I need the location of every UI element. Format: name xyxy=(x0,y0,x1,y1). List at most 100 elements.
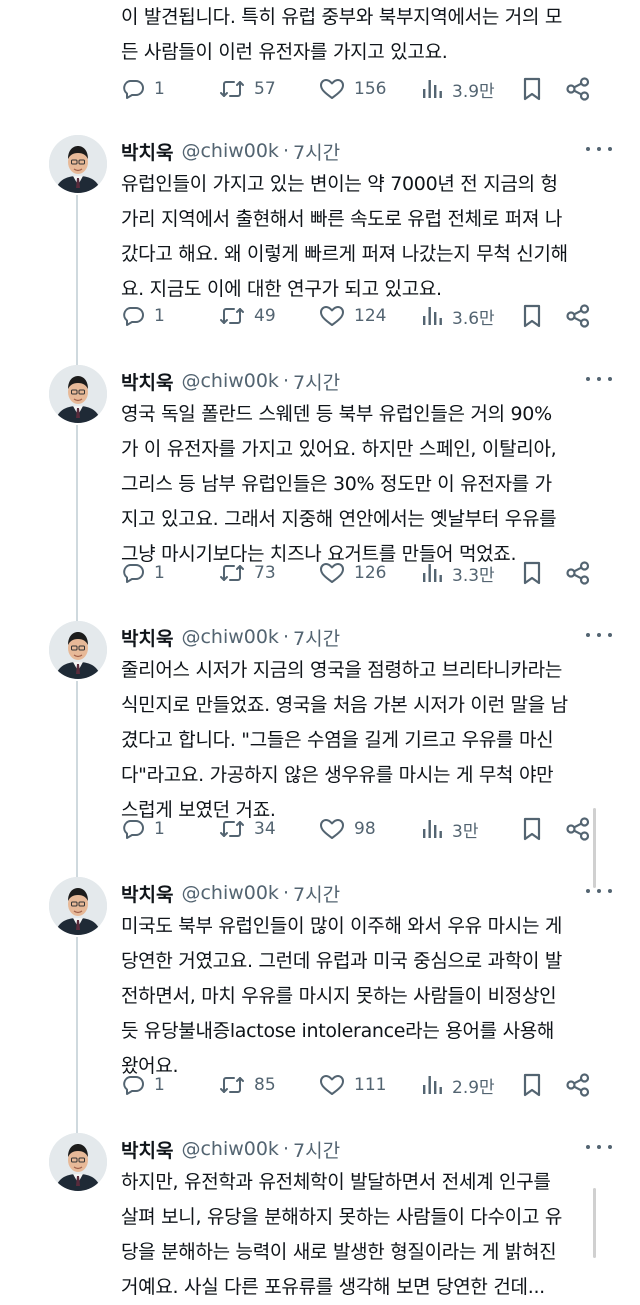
tweet-text-line: 듯 유당불내증lactose intolerance라는 용어를 사용해 xyxy=(121,1020,555,1042)
share-icon xyxy=(565,1072,591,1098)
author-handle[interactable]: @chiw00k xyxy=(181,1138,279,1160)
reply-button[interactable]: 1 xyxy=(121,814,165,844)
more-icon[interactable] xyxy=(586,881,612,901)
likes-count: 111 xyxy=(354,1075,387,1095)
author-name[interactable]: 박치욱 xyxy=(121,880,173,907)
share-button[interactable] xyxy=(565,814,591,844)
author-handle[interactable]: @chiw00k xyxy=(181,882,279,904)
author-name[interactable]: 박치욱 xyxy=(121,138,173,165)
reply-icon xyxy=(121,561,145,585)
author-handle[interactable]: @chiw00k xyxy=(181,370,279,392)
separator: · xyxy=(282,882,289,904)
avatar[interactable] xyxy=(49,621,107,679)
like-button[interactable]: 126 xyxy=(319,558,386,588)
more-icon[interactable] xyxy=(586,625,612,645)
thread-line xyxy=(76,425,78,621)
views-icon xyxy=(421,817,443,841)
share-icon xyxy=(565,560,591,586)
views-icon xyxy=(421,1073,443,1097)
bookmark-icon xyxy=(521,1072,543,1098)
thread-line xyxy=(76,681,78,877)
share-icon xyxy=(565,816,591,842)
retweet-button[interactable]: 73 xyxy=(219,558,276,588)
tweet-text-line: 당을 분해하는 능력이 새로 발생한 형질이라는 게 밝혀진 xyxy=(121,1241,557,1263)
author-name[interactable]: 박치욱 xyxy=(121,624,173,651)
retweet-icon xyxy=(219,817,245,841)
bookmark-icon xyxy=(521,76,543,102)
bookmark-button[interactable] xyxy=(521,301,543,331)
retweet-button[interactable]: 85 xyxy=(219,1070,276,1100)
likes-count: 98 xyxy=(354,819,376,839)
author-name[interactable]: 박치욱 xyxy=(121,1136,173,1163)
author-name[interactable]: 박치욱 xyxy=(121,368,173,395)
reply-icon xyxy=(121,304,145,328)
reply-button[interactable]: 1 xyxy=(121,74,165,104)
more-icon[interactable] xyxy=(586,369,612,389)
like-icon xyxy=(319,77,345,101)
timestamp[interactable]: 7시간 xyxy=(293,624,340,651)
views-count: 3만 xyxy=(452,821,479,842)
bookmark-icon xyxy=(521,816,543,842)
retweets-count: 73 xyxy=(254,563,276,583)
tweet-text-line: 유럽인들이 가지고 있는 변이는 약 7000년 전 지금의 헝 xyxy=(121,173,558,195)
replies-count: 1 xyxy=(154,306,165,326)
tweet-text-line: 줄리어스 시저가 지금의 영국을 점령하고 브리타니카라는 xyxy=(121,659,563,681)
avatar[interactable] xyxy=(49,365,107,423)
replies-count: 1 xyxy=(154,1075,165,1095)
timestamp[interactable]: 7시간 xyxy=(293,1136,340,1163)
tweet-actions: 1 73 126 3.3만 xyxy=(121,558,591,588)
views-button[interactable]: 3.6만 xyxy=(421,301,495,331)
avatar[interactable] xyxy=(49,877,107,935)
timestamp[interactable]: 7시간 xyxy=(293,880,340,907)
views-button[interactable]: 3.3만 xyxy=(421,558,495,588)
like-button[interactable]: 156 xyxy=(319,74,386,104)
like-button[interactable]: 98 xyxy=(319,814,376,844)
retweet-icon xyxy=(219,1073,245,1097)
views-button[interactable]: 3.9만 xyxy=(421,74,495,104)
reply-icon xyxy=(121,77,145,101)
share-button[interactable] xyxy=(565,74,591,104)
tweet-text-line: 당연한 거였고요. 그런데 유럽과 미국 중심으로 과학이 발 xyxy=(121,950,563,972)
more-icon[interactable] xyxy=(586,139,612,159)
replies-count: 1 xyxy=(154,819,165,839)
bookmark-button[interactable] xyxy=(521,74,543,104)
more-icon[interactable] xyxy=(586,1137,612,1157)
views-button[interactable]: 3만 xyxy=(421,814,478,844)
bookmark-button[interactable] xyxy=(521,558,543,588)
reply-button[interactable]: 1 xyxy=(121,1070,165,1100)
bookmark-button[interactable] xyxy=(521,1070,543,1100)
views-button[interactable]: 2.9만 xyxy=(421,1070,495,1100)
timestamp[interactable]: 7시간 xyxy=(293,138,340,165)
share-button[interactable] xyxy=(565,301,591,331)
views-count: 3.3만 xyxy=(452,565,495,586)
timestamp[interactable]: 7시간 xyxy=(293,368,340,395)
tweet-header: 박치욱 @chiw00k · 7시간 xyxy=(121,879,340,907)
tweet-actions: 1 85 111 2.9만 xyxy=(121,1070,591,1100)
reply-button[interactable]: 1 xyxy=(121,301,165,331)
retweet-icon xyxy=(219,77,245,101)
retweet-button[interactable]: 57 xyxy=(219,74,276,104)
avatar[interactable] xyxy=(49,135,107,193)
retweet-button[interactable]: 34 xyxy=(219,814,276,844)
bookmark-button[interactable] xyxy=(521,814,543,844)
like-button[interactable]: 111 xyxy=(319,1070,386,1100)
tweet-header: 박치욱 @chiw00k · 7시간 xyxy=(121,137,340,165)
tweet-text-line: 하지만, 유전학과 유전체학이 발달하면서 전세계 인구를 xyxy=(121,1171,551,1193)
tweet-text: 영국 독일 폴란드 스웨덴 등 북부 유럽인들은 거의 90% 가 이 유전자를… xyxy=(121,397,601,572)
share-button[interactable] xyxy=(565,1070,591,1100)
views-icon xyxy=(421,77,443,101)
avatar[interactable] xyxy=(49,1133,107,1191)
author-handle[interactable]: @chiw00k xyxy=(181,626,279,648)
author-handle[interactable]: @chiw00k xyxy=(181,140,279,162)
like-button[interactable]: 124 xyxy=(319,301,386,331)
replies-count: 1 xyxy=(154,79,165,99)
share-icon xyxy=(565,76,591,102)
tweet-header: 박치욱 @chiw00k · 7시간 xyxy=(121,1135,340,1163)
retweets-count: 49 xyxy=(254,306,276,326)
tweet-actions: 1 49 124 3.6만 xyxy=(121,301,591,331)
retweet-button[interactable]: 49 xyxy=(219,301,276,331)
thread-line xyxy=(76,195,78,365)
tweet-text-line: 거예요. 사실 다른 포유류를 생각해 보면 당연한 건데... xyxy=(121,1276,545,1298)
share-button[interactable] xyxy=(565,558,591,588)
reply-button[interactable]: 1 xyxy=(121,558,165,588)
